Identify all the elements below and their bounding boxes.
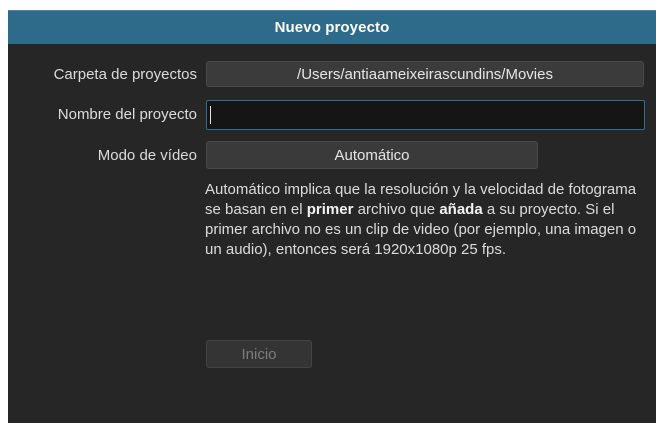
project-name-input[interactable] — [206, 100, 645, 130]
new-project-dialog: Nuevo proyecto Carpeta de proyectos /Use… — [8, 10, 656, 423]
text-caret — [210, 106, 211, 124]
project-folder-button[interactable]: /Users/antiaameixeirascundins/Movies — [206, 61, 644, 87]
video-mode-button[interactable]: Automático — [206, 141, 538, 169]
description-text-2: archivo que — [353, 201, 440, 218]
video-mode-description: Automático implica que la resolución y l… — [205, 180, 650, 260]
project-name-label: Nombre del proyecto — [57, 106, 197, 123]
project-folder-label: Carpeta de proyectos — [53, 66, 197, 83]
project-folder-path: /Users/antiaameixeirascundins/Movies — [297, 65, 553, 83]
description-bold-2: añada — [439, 201, 483, 218]
dialog-titlebar: Nuevo proyecto — [8, 10, 656, 44]
description-bold-1: primer — [306, 201, 354, 218]
video-mode-value: Automático — [334, 146, 410, 164]
start-button-label: Inicio — [241, 345, 277, 363]
dialog-title: Nuevo proyecto — [274, 19, 390, 36]
start-button[interactable]: Inicio — [206, 340, 312, 368]
video-mode-label: Modo de vídeo — [97, 147, 197, 164]
